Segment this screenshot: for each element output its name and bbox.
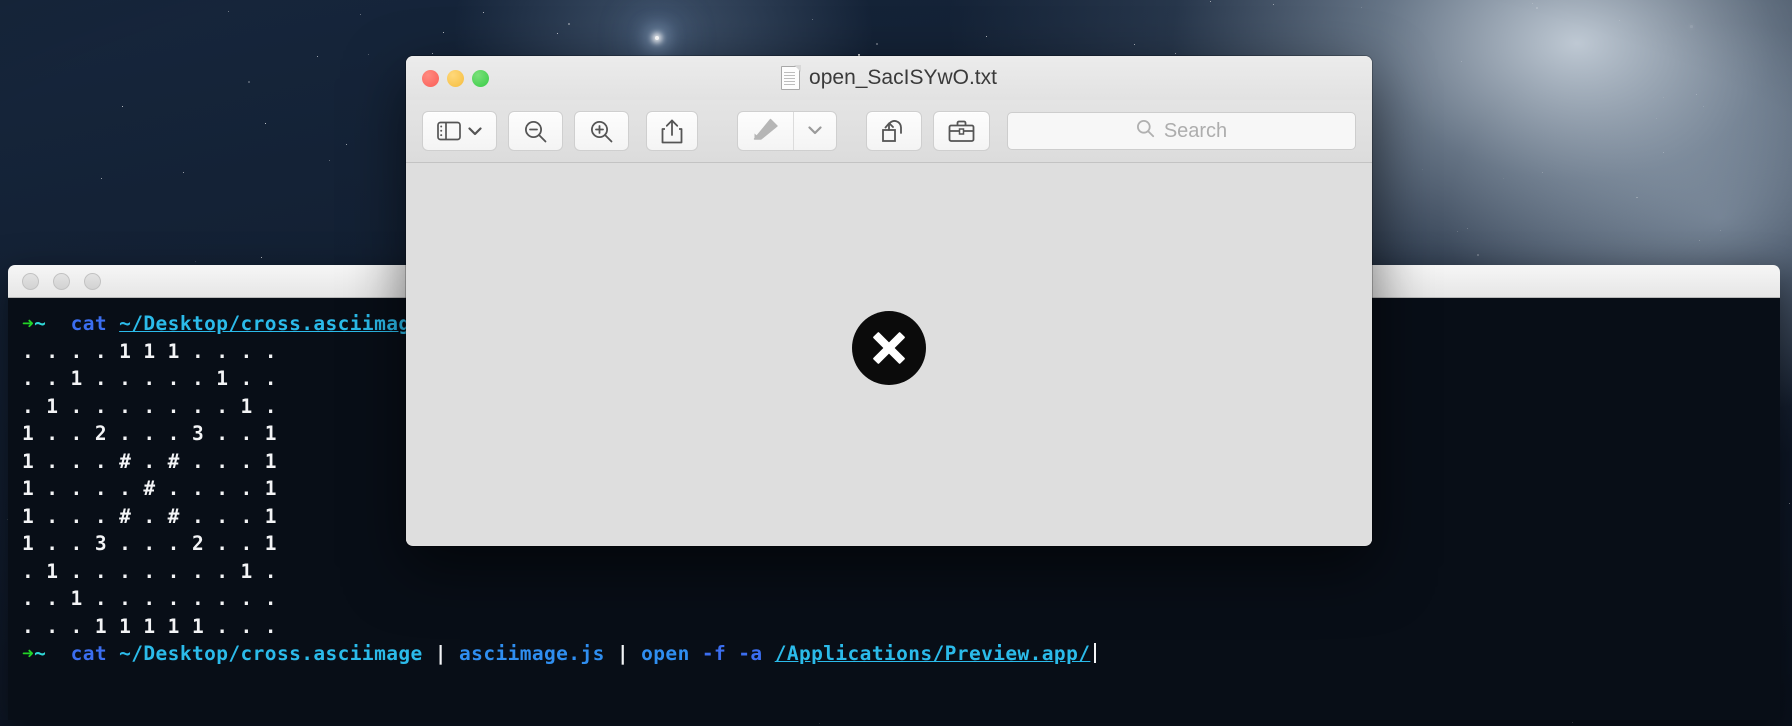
command-path-2: ~/Desktop/cross.asciimage [119, 642, 423, 665]
chevron-down-icon [468, 126, 482, 136]
zoom-out-button[interactable] [508, 111, 563, 151]
preview-minimize-button[interactable] [447, 69, 464, 87]
command-path-link[interactable]: ~/Desktop/cross.asciimage [119, 312, 423, 335]
preview-window[interactable]: open_SacISYwO.txt Search [406, 56, 1372, 546]
zoom-in-button[interactable] [574, 111, 629, 151]
pipe-symbol-2: | [616, 642, 630, 665]
preview-close-button[interactable] [422, 69, 439, 87]
terminal-zoom-button[interactable] [84, 272, 101, 290]
briefcase-icon [948, 120, 975, 143]
command-name-2: cat [70, 642, 107, 665]
search-placeholder: Search [1163, 119, 1228, 142]
app-path-link[interactable]: /Applications/Preview.app/ [775, 642, 1091, 665]
terminal-cursor [1094, 643, 1097, 663]
markup-pen-icon [752, 118, 779, 145]
preview-content-area[interactable] [406, 163, 1372, 545]
ascii-art-row: . . . 1 1 1 1 1 . . . [22, 614, 277, 638]
prompt-host-2: ~ [34, 642, 47, 665]
preview-title-text: open_SacISYwO.txt [809, 66, 997, 89]
markup-dropdown-button[interactable] [793, 112, 836, 150]
ascii-art-row: . 1 . . . . . . . 1 . [22, 559, 277, 583]
preview-titlebar[interactable]: open_SacISYwO.txt [406, 56, 1372, 100]
sidebar-icon [437, 121, 461, 141]
prompt-host: ~ [34, 312, 47, 335]
pipe-symbol-1: | [434, 642, 447, 665]
share-icon [661, 119, 683, 144]
prompt-arrow-icon-2: ➜ [22, 642, 35, 665]
share-button[interactable] [646, 111, 698, 151]
command-name: cat [70, 312, 107, 335]
prompt-arrow-icon: ➜ [22, 312, 35, 335]
rotate-button[interactable] [866, 111, 922, 151]
terminal-command-line-2: ➜~ cat ~/Desktop/cross.asciimage | ascii… [22, 640, 1780, 668]
zoom-out-icon [523, 119, 548, 144]
sidebar-button[interactable] [422, 111, 497, 151]
rotate-left-icon [881, 119, 907, 143]
document-icon [781, 65, 802, 90]
terminal-close-button[interactable] [22, 272, 39, 290]
search-icon [1136, 119, 1155, 144]
ascii-art-row: . . 1 . . . . . . . . [22, 587, 277, 610]
zoom-in-icon [589, 119, 614, 144]
preview-zoom-button[interactable] [472, 69, 489, 87]
open-flags: -f -a [701, 642, 763, 665]
search-field[interactable]: Search [1007, 112, 1356, 150]
preview-title-area: open_SacISYwO.txt [406, 56, 1372, 100]
terminal-minimize-button[interactable] [53, 272, 70, 290]
failed-to-open-x-icon [852, 311, 926, 385]
toolkit-button[interactable] [933, 111, 990, 151]
chevron-down-icon [808, 122, 822, 140]
preview-traffic-lights [406, 69, 489, 87]
filter-program: asciimage.js [459, 642, 605, 665]
markup-button[interactable] [738, 112, 793, 150]
markup-segmented-control[interactable] [737, 111, 837, 151]
open-command: open [641, 642, 690, 665]
preview-toolbar: Search [406, 100, 1372, 163]
